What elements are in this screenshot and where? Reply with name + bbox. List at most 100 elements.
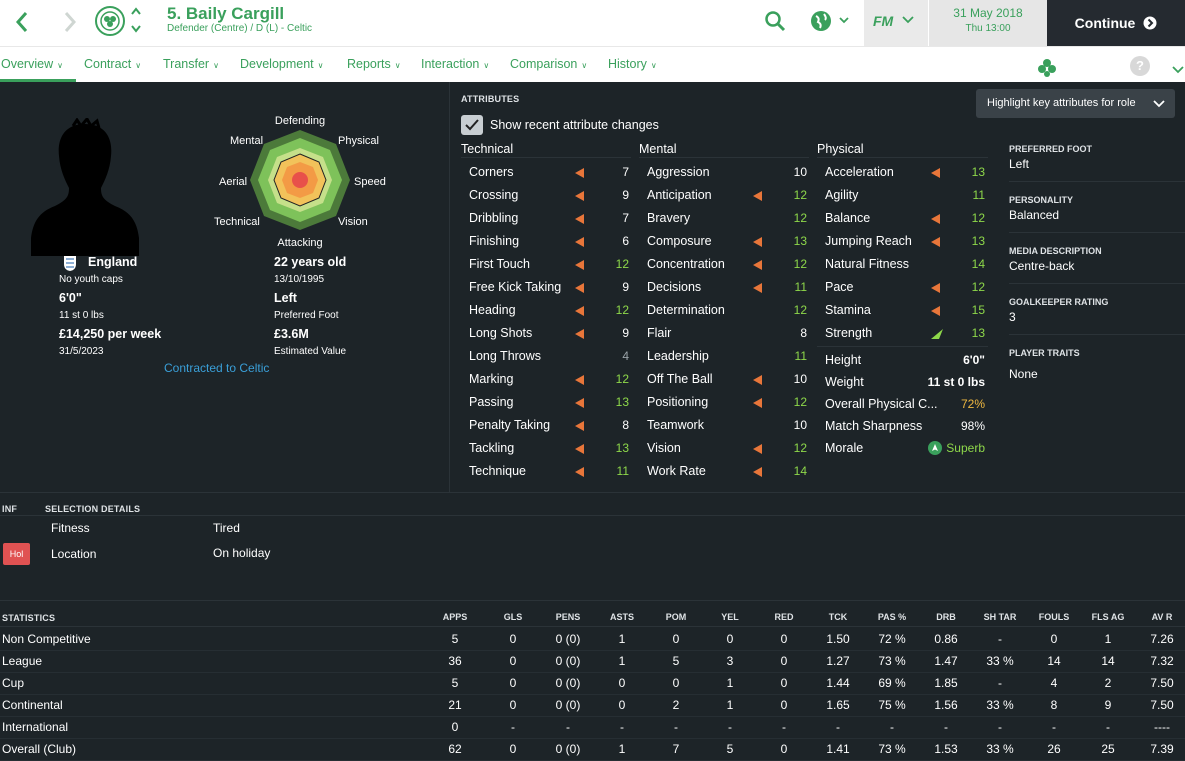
statistics-column-header[interactable]: FOULS bbox=[1027, 612, 1081, 622]
mental-attribute-row[interactable]: Teamwork 10 bbox=[639, 414, 809, 437]
mental-attribute-row[interactable]: Concentration 12 bbox=[639, 253, 809, 276]
statistics-column-header[interactable]: PENS bbox=[541, 612, 595, 622]
physical-attribute-row[interactable]: Agility 11 bbox=[817, 184, 987, 207]
physical-attribute-row[interactable]: Natural Fitness 14 bbox=[817, 253, 987, 276]
tab-history[interactable]: History ∨ bbox=[608, 57, 657, 71]
help-icon[interactable]: ? bbox=[1130, 56, 1150, 76]
expand-menu-button[interactable] bbox=[1172, 61, 1184, 79]
forward-button[interactable] bbox=[56, 8, 84, 36]
mental-attribute-row[interactable]: Vision 12 bbox=[639, 437, 809, 460]
technical-attribute-row[interactable]: First Touch 12 bbox=[461, 253, 631, 276]
tab-development[interactable]: Development ∨ bbox=[240, 57, 324, 71]
technical-attribute-row[interactable]: Long Shots 9 bbox=[461, 322, 631, 345]
statistics-column-header[interactable]: APPS bbox=[428, 612, 482, 622]
attribute-value: 8 bbox=[622, 418, 629, 432]
date-display[interactable]: 31 May 2018 Thu 13:00 bbox=[929, 0, 1047, 46]
technical-header: Technical bbox=[461, 142, 514, 156]
clover-button[interactable] bbox=[1036, 57, 1058, 79]
statistics-column-header[interactable]: GLS bbox=[486, 612, 540, 622]
world-menu-button[interactable] bbox=[808, 8, 854, 36]
page-subtitle[interactable]: Defender (Centre) / D (L) - Celtic bbox=[167, 23, 312, 34]
attribute-value: 12 bbox=[793, 257, 807, 271]
morale-up-icon bbox=[928, 441, 943, 455]
contracted-to-link[interactable]: Contracted to Celtic bbox=[164, 361, 269, 375]
mental-attribute-row[interactable]: Positioning 12 bbox=[639, 391, 809, 414]
mental-attribute-row[interactable]: Flair 8 bbox=[639, 322, 809, 345]
technical-attribute-row[interactable]: Long Throws 4 bbox=[461, 345, 631, 368]
statistics-cell: - bbox=[511, 720, 515, 734]
trend-down-arrow-icon bbox=[575, 329, 584, 339]
statistics-column-header[interactable]: TCK bbox=[811, 612, 865, 622]
mental-attribute-row[interactable]: Leadership 11 bbox=[639, 345, 809, 368]
divider bbox=[1009, 232, 1185, 233]
physical-attribute-row[interactable]: Jumping Reach 13 bbox=[817, 230, 987, 253]
holiday-badge[interactable]: Hol bbox=[3, 543, 30, 565]
physical-attribute-row[interactable]: Balance 12 bbox=[817, 207, 987, 230]
radar-label-mental: Mental bbox=[230, 135, 263, 147]
mental-attribute-row[interactable]: Work Rate 14 bbox=[639, 460, 809, 483]
technical-attribute-row[interactable]: Passing 13 bbox=[461, 391, 631, 414]
tab-interaction[interactable]: Interaction ∨ bbox=[421, 57, 489, 71]
club-crest-icon[interactable] bbox=[95, 6, 125, 36]
fm-menu-button[interactable]: FM bbox=[864, 0, 928, 46]
attribute-name: Crossing bbox=[469, 188, 519, 202]
attribute-name: Vision bbox=[647, 441, 681, 455]
attribute-value: 13 bbox=[971, 234, 985, 248]
technical-attribute-row[interactable]: Free Kick Taking 9 bbox=[461, 276, 631, 299]
statistics-column-header[interactable]: POM bbox=[649, 612, 703, 622]
statistics-column-header[interactable]: DRB bbox=[919, 612, 973, 622]
physical-attribute-row[interactable]: Strength 13 bbox=[817, 322, 987, 345]
technical-attribute-row[interactable]: Corners 7 bbox=[461, 161, 631, 184]
search-button[interactable] bbox=[764, 10, 788, 34]
statistics-cell: 1 bbox=[618, 742, 626, 756]
statistics-column-header[interactable]: AV R bbox=[1135, 612, 1185, 622]
technical-attribute-row[interactable]: Dribbling 7 bbox=[461, 207, 631, 230]
show-changes-checkbox[interactable] bbox=[461, 115, 483, 135]
mental-attribute-row[interactable]: Aggression 10 bbox=[639, 161, 809, 184]
mental-attribute-row[interactable]: Determination 12 bbox=[639, 299, 809, 322]
attribute-name: Jumping Reach bbox=[825, 234, 912, 248]
statistics-cell: 1.44 bbox=[826, 676, 850, 690]
attributes-header: ATTRIBUTES bbox=[461, 94, 520, 104]
technical-attribute-row[interactable]: Finishing 6 bbox=[461, 230, 631, 253]
tab-comparison[interactable]: Comparison ∨ bbox=[510, 57, 587, 71]
nation[interactable]: England bbox=[88, 255, 137, 269]
physical-attribute-row[interactable]: Stamina 15 bbox=[817, 299, 987, 322]
statistics-column-header[interactable]: YEL bbox=[703, 612, 757, 622]
mental-attribute-row[interactable]: Off The Ball 10 bbox=[639, 368, 809, 391]
mental-attribute-row[interactable]: Bravery 12 bbox=[639, 207, 809, 230]
statistics-cell: - bbox=[620, 720, 624, 734]
mental-attribute-row[interactable]: Anticipation 12 bbox=[639, 184, 809, 207]
technical-attribute-row[interactable]: Crossing 9 bbox=[461, 184, 631, 207]
technical-attribute-row[interactable]: Heading 12 bbox=[461, 299, 631, 322]
statistics-column-header[interactable]: PAS % bbox=[865, 612, 919, 622]
mental-attribute-row[interactable]: Decisions 11 bbox=[639, 276, 809, 299]
highlight-role-dropdown[interactable]: Highlight key attributes for role bbox=[976, 89, 1175, 118]
statistics-column-header[interactable]: FLS AG bbox=[1081, 612, 1135, 622]
statistics-cell: 26 bbox=[1047, 742, 1061, 756]
attribute-name: Long Shots bbox=[469, 326, 533, 340]
statistics-column-header[interactable]: ASTS bbox=[595, 612, 649, 622]
statistics-cell: 4 bbox=[1050, 676, 1058, 690]
wage[interactable]: £14,250 per week bbox=[59, 327, 161, 341]
back-button[interactable] bbox=[8, 8, 36, 36]
continue-button[interactable]: Continue bbox=[1047, 0, 1185, 46]
physical-attribute-row[interactable]: Acceleration 13 bbox=[817, 161, 987, 184]
tab-transfer[interactable]: Transfer ∨ bbox=[163, 57, 219, 71]
technical-attribute-row[interactable]: Penalty Taking 8 bbox=[461, 414, 631, 437]
technical-attribute-row[interactable]: Marking 12 bbox=[461, 368, 631, 391]
tab-overview[interactable]: Overview ∨ bbox=[1, 57, 63, 71]
technical-attribute-row[interactable]: Technique 11 bbox=[461, 460, 631, 483]
mental-attribute-row[interactable]: Composure 13 bbox=[639, 230, 809, 253]
attribute-name: Aggression bbox=[647, 165, 710, 179]
tab-bar: Overview ∨ Contract ∨ Transfer ∨ Developmen… bbox=[0, 46, 1185, 82]
statistics-column-header[interactable]: RED bbox=[757, 612, 811, 622]
player-cycle-arrows[interactable] bbox=[130, 6, 142, 38]
physical-attribute-row[interactable]: Pace 12 bbox=[817, 276, 987, 299]
technical-attribute-row[interactable]: Tackling 13 bbox=[461, 437, 631, 460]
statistics-column-header[interactable]: SH TAR bbox=[973, 612, 1027, 622]
tab-reports[interactable]: Reports ∨ bbox=[347, 57, 401, 71]
tab-contract[interactable]: Contract ∨ bbox=[84, 57, 141, 71]
physical-info-value: 11 st 0 lbs bbox=[927, 375, 985, 389]
attribute-name: Long Throws bbox=[469, 349, 542, 363]
